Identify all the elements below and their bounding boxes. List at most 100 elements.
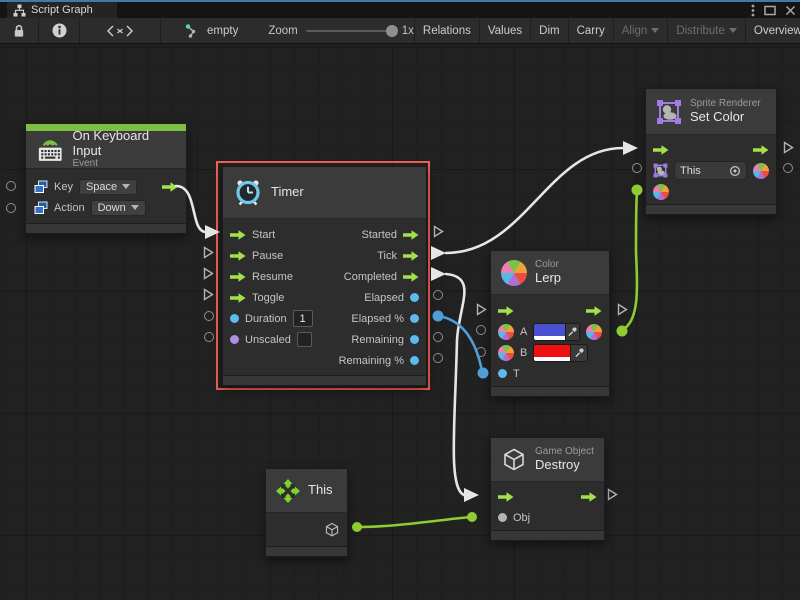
key-dropdown[interactable]: Space <box>79 179 137 195</box>
close-icon[interactable] <box>785 5 796 16</box>
distribute-button[interactable]: Distribute <box>668 18 745 43</box>
port-key-input[interactable] <box>6 181 16 191</box>
color-in-port[interactable] <box>653 184 669 200</box>
key-row: Key Space <box>34 176 178 197</box>
node-timer[interactable]: Timer Start Pause Resume Toggle <box>222 166 427 386</box>
graph-name: empty <box>207 25 238 37</box>
setcolor-target-row[interactable]: This <box>653 160 769 181</box>
node-footer <box>491 386 609 396</box>
code-preview-button[interactable] <box>80 18 160 43</box>
port-timer-resume[interactable] <box>203 267 214 285</box>
port-row-start[interactable]: Start <box>230 224 313 245</box>
port-row-unscaled[interactable]: Unscaled <box>230 329 313 350</box>
node-color-lerp[interactable]: Color Lerp A <box>490 250 610 397</box>
target-object-field[interactable]: This <box>674 161 747 180</box>
port-lerp-flow-out[interactable] <box>617 303 628 321</box>
port-lerp-b[interactable] <box>476 347 486 357</box>
lerp-t-row[interactable]: T <box>498 363 602 384</box>
port-timer-unscaled[interactable] <box>204 332 214 342</box>
carry-button[interactable]: Carry <box>569 18 613 43</box>
port-setcolor-flow-out[interactable] <box>783 141 794 159</box>
timer-outputs: Started Tick Completed Elapsed Elapsed %… <box>339 224 419 371</box>
port-row-toggle[interactable]: Toggle <box>230 287 313 308</box>
inspect-button[interactable] <box>39 18 79 43</box>
color-b-field[interactable] <box>533 344 588 362</box>
port-row-duration[interactable]: Duration 1 <box>230 308 313 329</box>
window-menu-icon[interactable] <box>751 4 755 17</box>
values-button[interactable]: Values <box>480 18 530 43</box>
align-button[interactable]: Align <box>614 18 668 43</box>
lock-button[interactable] <box>0 18 38 43</box>
port-timer-elapsed[interactable] <box>433 290 443 300</box>
node-on-keyboard-input[interactable]: On Keyboard Input Event Key Space <box>25 123 187 234</box>
port-row-elapsed-pct[interactable]: Elapsed % <box>339 308 419 329</box>
destroy-flow-row[interactable] <box>498 486 597 507</box>
lerp-a-row[interactable]: A <box>498 321 602 342</box>
unscaled-checkbox[interactable] <box>297 332 312 347</box>
duration-value-field[interactable]: 1 <box>293 310 313 327</box>
node-title: Set Color <box>690 110 761 125</box>
game-object-icon <box>501 447 527 473</box>
port-timer-toggle[interactable] <box>203 288 214 306</box>
color-port-icon <box>498 345 514 361</box>
tab-script-graph[interactable]: Script Graph <box>7 2 117 18</box>
port-row-pause[interactable]: Pause <box>230 245 313 266</box>
graph-toolbar: empty Zoom 1x Relations Values Dim Carry… <box>0 18 800 44</box>
eyedropper-button[interactable] <box>570 345 587 361</box>
object-picker-icon[interactable] <box>729 165 741 177</box>
port-timer-pause[interactable] <box>203 246 214 264</box>
port-row-resume[interactable]: Resume <box>230 266 313 287</box>
action-dropdown[interactable]: Down <box>91 200 146 216</box>
port-destroy-flow-out[interactable] <box>607 488 618 506</box>
timer-icon <box>233 178 263 208</box>
port-row-elapsed[interactable]: Elapsed <box>339 287 419 308</box>
port-lerp-a[interactable] <box>476 325 486 335</box>
port-row-completed[interactable]: Completed <box>339 266 419 287</box>
node-title: On Keyboard Input <box>72 129 176 159</box>
this-output-row[interactable] <box>273 519 340 540</box>
color-out-port[interactable] <box>586 324 602 340</box>
chevron-down-icon <box>729 28 737 33</box>
renderer-out-port[interactable] <box>753 163 769 179</box>
port-row-remaining[interactable]: Remaining <box>339 329 419 350</box>
maximize-icon[interactable] <box>764 5 776 16</box>
color-a-field[interactable] <box>533 323 580 341</box>
game-object-port-icon[interactable] <box>324 522 340 538</box>
port-setcolor-out-value[interactable] <box>783 163 793 173</box>
port-lerp-flow-in[interactable] <box>476 303 487 321</box>
zoom-slider[interactable] <box>306 30 394 32</box>
lerp-b-row[interactable]: B <box>498 342 602 363</box>
setcolor-color-row[interactable] <box>653 181 769 202</box>
graph-canvas[interactable]: On Keyboard Input Event Key Space <box>0 44 800 600</box>
destroy-obj-row[interactable]: Obj <box>498 507 597 528</box>
port-timer-duration[interactable] <box>204 311 214 321</box>
zoom-value: 1x <box>402 25 414 37</box>
port-row-tick[interactable]: Tick <box>339 245 419 266</box>
setcolor-flow-row[interactable] <box>653 139 769 160</box>
lerp-flow-row[interactable] <box>498 300 602 321</box>
graph-breadcrumb[interactable]: empty <box>177 18 246 43</box>
node-this[interactable]: This <box>265 468 348 557</box>
sprite-renderer-icon <box>656 99 682 125</box>
port-timer-remaining[interactable] <box>433 332 443 342</box>
trigger-out-port[interactable] <box>162 182 178 192</box>
color-icon <box>501 260 527 286</box>
port-row-started[interactable]: Started <box>339 224 419 245</box>
node-destroy[interactable]: Game Object Destroy Obj <box>490 437 605 541</box>
overview-button[interactable]: Overview <box>746 18 800 43</box>
node-footer <box>266 546 347 556</box>
port-timer-started[interactable] <box>433 225 444 243</box>
port-action-input[interactable] <box>6 203 16 213</box>
timer-inputs: Start Pause Resume Toggle Duration 1 <box>230 224 313 371</box>
this-self-icon <box>276 479 300 503</box>
eyedropper-button[interactable] <box>565 324 579 340</box>
port-timer-remaining-pct[interactable] <box>433 353 443 363</box>
dim-button[interactable]: Dim <box>531 18 567 43</box>
relations-button[interactable]: Relations <box>415 18 479 43</box>
node-set-color[interactable]: Sprite Renderer Set Color <box>645 88 777 215</box>
zoom-slider-handle[interactable] <box>386 25 398 37</box>
color-port-icon <box>498 324 514 340</box>
node-footer <box>223 375 426 385</box>
port-setcolor-target[interactable] <box>632 163 642 173</box>
port-row-remaining-pct[interactable]: Remaining % <box>339 350 419 371</box>
